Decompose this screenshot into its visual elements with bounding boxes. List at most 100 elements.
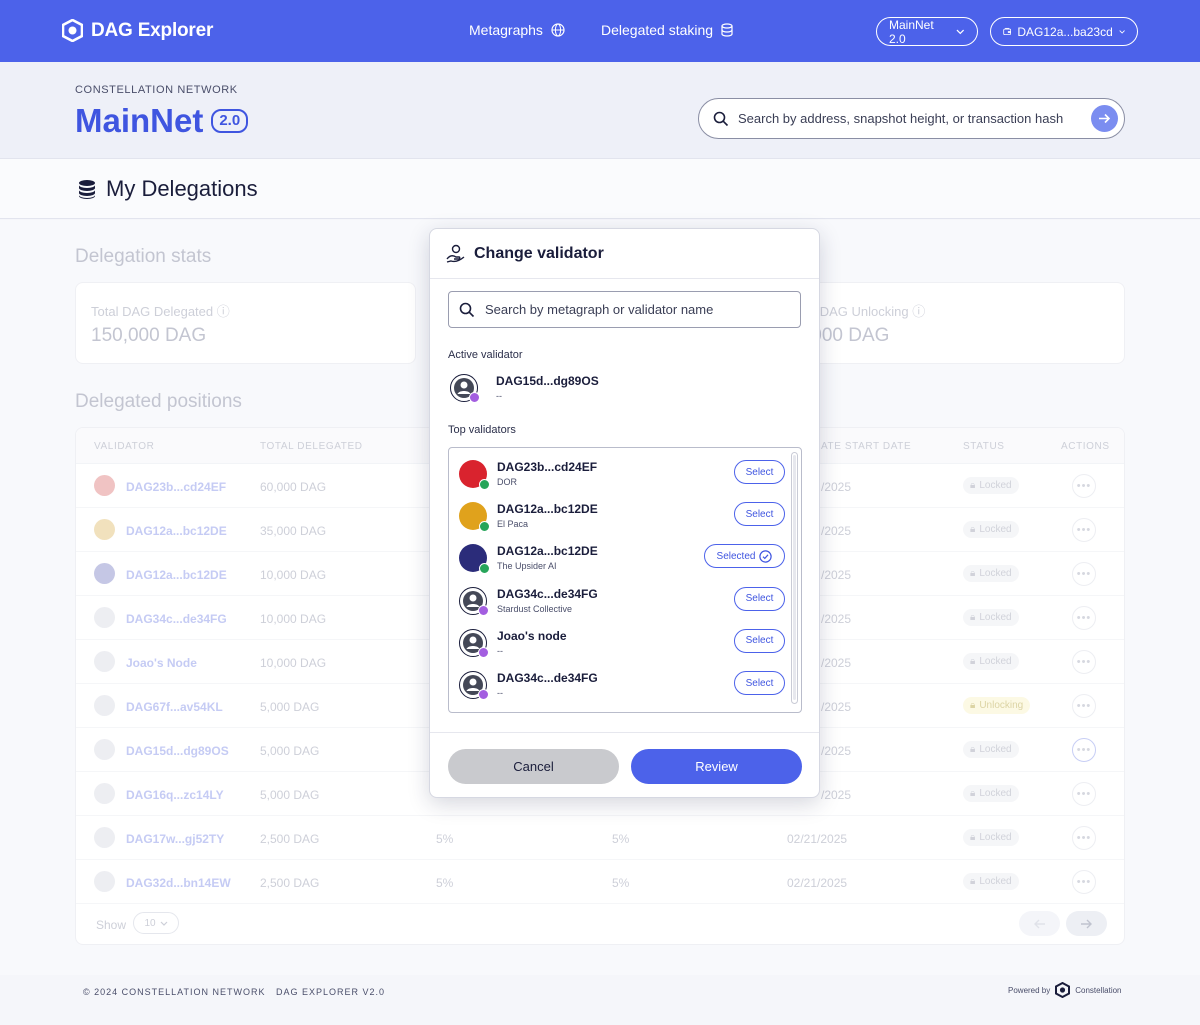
network-title: MainNet 2.0 [75, 102, 249, 140]
metagraph-badge-icon [469, 392, 480, 403]
app-title: DAG Explorer [91, 19, 214, 41]
metagraph-badge-icon [479, 521, 490, 533]
review-button[interactable]: Review [631, 749, 802, 784]
hand-coin-icon [446, 244, 465, 263]
chevron-down-icon [1119, 29, 1125, 34]
powered-by[interactable]: Powered by Constellation [1008, 982, 1122, 998]
select-button-label: Select [745, 635, 774, 647]
validator-list-item[interactable]: DAG23b...cd24EF DOR Select [449, 453, 789, 495]
validator-name: DAG34c...de34FG [497, 671, 598, 685]
active-validator: DAG15d...dg89OS -- [448, 373, 788, 409]
validator-sub: -- [497, 688, 503, 698]
metagraph-badge-icon [478, 646, 489, 658]
avatar [459, 586, 489, 616]
metagraph-badge-icon [479, 563, 490, 575]
validator-sub: DOR [497, 477, 517, 487]
validator-name: DAG23b...cd24EF [497, 460, 598, 474]
validator-list-item[interactable]: Joao's node -- Select [449, 622, 789, 664]
scrollbar-thumb[interactable] [793, 455, 796, 700]
search-icon [713, 111, 729, 126]
validator-list-item[interactable]: DAG12a...bc12DE El Paca Select [449, 495, 789, 537]
select-button[interactable]: Select [734, 502, 785, 527]
select-button[interactable]: Select [734, 671, 785, 695]
change-validator-modal: Change validator Active validator DAG15d… [429, 228, 820, 798]
app-logo[interactable]: DAG Explorer [62, 19, 213, 42]
page-footer: © 2024 CONSTELLATION NETWORK DAG EXPLORE… [0, 975, 1200, 1025]
nav-delegated-staking-label: Delegated staking [601, 22, 714, 38]
validator-sub: El Paca [497, 519, 529, 530]
nav-metagraphs-label: Metagraphs [469, 22, 543, 38]
select-button-label: Selected [716, 550, 756, 562]
wallet-icon [1003, 27, 1012, 36]
validator-list-item[interactable]: DAG34c...de34FG -- Select [449, 664, 789, 706]
global-search [698, 98, 1125, 139]
metagraph-badge-icon [479, 479, 490, 490]
page-title-bar: My Delegations [0, 159, 1200, 219]
metagraph-badge-icon [478, 689, 489, 700]
avatar [459, 544, 490, 575]
dag-logo-icon [62, 19, 83, 42]
select-button[interactable]: Select [734, 460, 785, 484]
top-validators-label: Top validators [448, 424, 516, 436]
list-scrollbar[interactable] [791, 452, 798, 704]
metagraph-badge-icon [478, 604, 489, 616]
network-title-text: MainNet [75, 102, 204, 139]
validator-name: DAG12a...bc12DE [497, 544, 598, 559]
validator-name: Joao's node [497, 628, 567, 643]
network-selector[interactable]: MainNet 2.0 [876, 17, 978, 46]
avatar [450, 374, 480, 403]
powered-by-brand: Constellation [1075, 985, 1122, 995]
select-button-label: Select [745, 466, 774, 478]
chevron-down-icon [956, 29, 965, 34]
modal-title: Change validator [474, 244, 604, 262]
network-version-badge: 2.0 [211, 109, 249, 133]
globe-icon [551, 23, 565, 37]
database-icon [721, 23, 733, 37]
validator-sub: The Upsider AI [497, 561, 557, 572]
database-icon [79, 179, 95, 199]
active-validator-name: DAG15d...dg89OS [496, 374, 599, 388]
validator-search [448, 291, 801, 328]
avatar [459, 671, 489, 700]
search-icon [459, 302, 475, 317]
wallet-selector[interactable]: DAG12a...ba23cd [990, 17, 1138, 46]
global-search-input[interactable] [738, 111, 1082, 126]
validator-name: DAG12a...bc12DE [497, 502, 598, 517]
modal-header: Change validator [430, 229, 819, 279]
validator-list-item[interactable]: DAG34c...de34FG Stardust Collective Select [449, 580, 789, 622]
active-validator-sub: -- [496, 391, 502, 401]
validator-name: DAG34c...de34FG [497, 586, 598, 601]
check-circle-icon [759, 550, 773, 563]
select-button-label: Select [745, 677, 774, 689]
wallet-address-label: DAG12a...ba23cd [1017, 24, 1113, 39]
powered-by-label: Powered by [1008, 985, 1051, 995]
page-title: My Delegations [106, 176, 258, 201]
copyright: © 2024 CONSTELLATION NETWORK [83, 987, 266, 997]
constellation-logo-icon [1055, 982, 1071, 998]
validator-sub: Stardust Collective [497, 603, 573, 614]
select-button-label: Select [745, 593, 774, 605]
modal-footer: Cancel Review [430, 732, 819, 798]
avatar [459, 502, 490, 533]
active-validator-label: Active validator [448, 349, 523, 361]
validator-search-input[interactable] [485, 302, 790, 317]
network-header: CONSTELLATION NETWORK MainNet 2.0 [0, 62, 1200, 159]
network-selector-label: MainNet 2.0 [889, 17, 934, 46]
avatar [459, 460, 490, 490]
nav-delegated-staking[interactable]: Delegated staking [601, 22, 733, 38]
avatar [459, 628, 489, 658]
search-submit-button[interactable] [1091, 105, 1118, 132]
validator-list-item[interactable]: DAG12a...bc12DE The Upsider AI Selected [449, 537, 789, 579]
cancel-button[interactable]: Cancel [448, 749, 619, 784]
select-button-label: Select [745, 508, 774, 520]
validator-sub: -- [497, 645, 503, 656]
top-validators-list: DAG23b...cd24EF DOR Select DAG12a...bc12DE E… [448, 447, 802, 713]
top-navigation-bar: DAG Explorer Metagraphs Delegated stakin… [0, 0, 1200, 62]
network-eyebrow: CONSTELLATION NETWORK [75, 84, 238, 96]
nav-metagraphs[interactable]: Metagraphs [469, 22, 565, 38]
app-version: DAG EXPLORER V2.0 [276, 987, 386, 997]
arrow-right-icon [1099, 113, 1111, 124]
selected-button[interactable]: Selected [704, 544, 785, 569]
select-button[interactable]: Select [734, 586, 785, 611]
select-button[interactable]: Select [734, 628, 785, 653]
